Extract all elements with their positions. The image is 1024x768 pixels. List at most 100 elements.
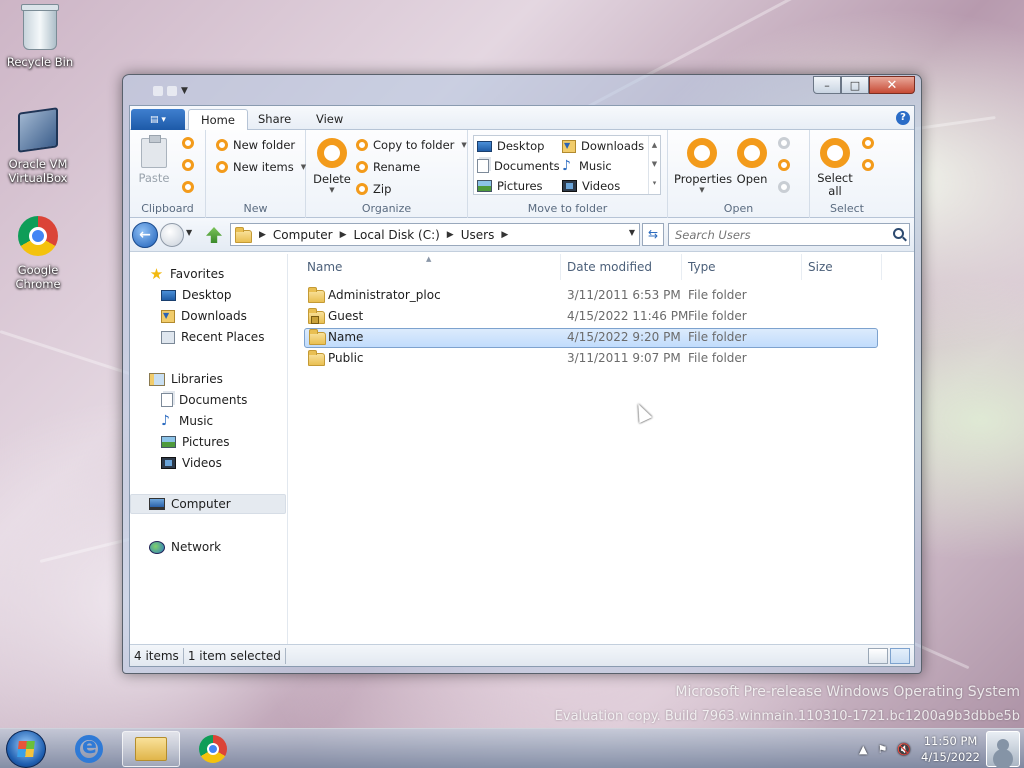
clock[interactable]: 11:50 PM 4/15/2022 bbox=[921, 733, 980, 765]
chevron-right-icon[interactable]: ▶ bbox=[340, 230, 347, 240]
move-to-music[interactable]: ♪ Music bbox=[562, 159, 612, 173]
search-box[interactable] bbox=[668, 223, 910, 246]
move-to-documents[interactable]: Documents bbox=[477, 159, 560, 173]
desktop-icon-virtualbox[interactable]: Oracle VM VirtualBox bbox=[0, 107, 76, 185]
nav-recent-places[interactable]: Recent Places bbox=[130, 327, 286, 347]
paste-icon bbox=[141, 135, 167, 168]
chrome-icon bbox=[16, 216, 60, 260]
qat-dropdown-icon[interactable]: ▼ bbox=[181, 86, 189, 96]
qat-properties-icon[interactable] bbox=[153, 86, 163, 96]
user-account-icon[interactable] bbox=[986, 731, 1020, 767]
music-icon: ♪ bbox=[161, 413, 170, 429]
new-items-button[interactable]: New items ▼ bbox=[216, 159, 306, 175]
nav-music[interactable]: ♪ Music bbox=[130, 411, 286, 431]
show-hidden-icons-icon[interactable]: ▲ bbox=[859, 743, 867, 756]
table-row[interactable]: Administrator_ploc 3/11/2011 6:53 PM Fil… bbox=[304, 286, 878, 306]
up-arrow-icon[interactable] bbox=[206, 227, 222, 243]
copy-to-folder-button[interactable]: Copy to folder ▼ bbox=[356, 137, 467, 153]
rename-button[interactable]: Rename bbox=[356, 159, 420, 175]
tab-view[interactable]: View bbox=[304, 109, 355, 130]
nav-videos[interactable]: Videos bbox=[130, 453, 286, 473]
maximize-button[interactable]: □ bbox=[841, 76, 869, 94]
search-icon[interactable] bbox=[893, 228, 904, 239]
paste-button[interactable]: Paste bbox=[136, 135, 172, 185]
network-icon bbox=[149, 540, 165, 554]
rename-icon bbox=[356, 161, 368, 173]
taskbar-google-chrome[interactable] bbox=[184, 731, 242, 767]
gallery-scroll[interactable]: ▲ ▼ ▾ bbox=[648, 136, 660, 194]
column-header-name[interactable]: Name ▲ bbox=[289, 254, 561, 280]
nav-documents[interactable]: Documents bbox=[130, 390, 286, 410]
open-with-icon[interactable] bbox=[778, 159, 790, 171]
locked-folder-icon bbox=[308, 308, 325, 324]
nav-desktop[interactable]: Desktop bbox=[130, 285, 286, 305]
table-row-selected[interactable]: Name 4/15/2022 9:20 PM File folder bbox=[304, 328, 878, 348]
scroll-down-icon[interactable]: ▼ bbox=[649, 155, 660, 174]
move-to-pictures[interactable]: Pictures bbox=[477, 179, 543, 193]
navigation-bar: ← ▼ ▶ Computer ▶ Local Disk (C:) ▶ Users… bbox=[130, 218, 914, 252]
new-folder-button[interactable]: New folder bbox=[216, 137, 295, 153]
qat-new-folder-icon[interactable] bbox=[167, 86, 177, 96]
search-input[interactable] bbox=[669, 224, 879, 245]
tab-share[interactable]: Share bbox=[246, 109, 303, 130]
close-button[interactable]: ✕ bbox=[869, 76, 915, 94]
breadcrumb-users[interactable]: Users bbox=[461, 228, 495, 242]
delete-button[interactable]: Delete ▼ bbox=[312, 138, 352, 194]
minimize-button[interactable]: – bbox=[813, 76, 841, 94]
forward-button[interactable] bbox=[160, 223, 184, 247]
tab-home[interactable]: Home bbox=[188, 109, 248, 131]
refresh-button[interactable]: ⇆ bbox=[642, 223, 664, 246]
taskbar-windows-explorer[interactable] bbox=[122, 731, 180, 767]
paste-shortcut-icon[interactable] bbox=[182, 181, 194, 193]
table-row[interactable]: Public 3/11/2011 9:07 PM File folder bbox=[304, 349, 878, 369]
history-icon[interactable] bbox=[778, 181, 790, 193]
select-none-icon[interactable] bbox=[862, 137, 874, 149]
nav-downloads[interactable]: Downloads bbox=[130, 306, 286, 326]
window-content: ▤ ▾ Home Share View ? Paste Clipboard Ne… bbox=[129, 105, 915, 667]
move-to-videos[interactable]: Videos bbox=[562, 179, 620, 193]
title-bar[interactable]: ▼ – □ ✕ bbox=[123, 75, 921, 105]
scroll-up-icon[interactable]: ▲ bbox=[649, 136, 660, 155]
taskbar-internet-explorer[interactable] bbox=[60, 731, 118, 767]
start-button[interactable] bbox=[6, 730, 46, 768]
column-header-size[interactable]: Size bbox=[802, 254, 882, 280]
column-header-date[interactable]: Date modified bbox=[561, 254, 682, 280]
edit-icon[interactable] bbox=[778, 137, 790, 149]
gallery-expand-icon[interactable]: ▾ bbox=[649, 174, 660, 193]
file-menu-button[interactable]: ▤ ▾ bbox=[131, 109, 185, 130]
cut-icon[interactable] bbox=[182, 137, 194, 149]
breadcrumb-local-disk[interactable]: Local Disk (C:) bbox=[354, 228, 440, 242]
volume-muted-icon[interactable]: 🔇 bbox=[897, 743, 911, 756]
invert-selection-icon[interactable] bbox=[862, 159, 874, 171]
column-header-type[interactable]: Type bbox=[682, 254, 802, 280]
address-bar[interactable]: ▶ Computer ▶ Local Disk (C:) ▶ Users ▶ ▼ bbox=[230, 223, 640, 246]
group-label-open: Open bbox=[723, 202, 754, 215]
move-to-desktop[interactable]: Desktop bbox=[477, 139, 544, 153]
desktop-icon-recycle-bin[interactable]: Recycle Bin bbox=[2, 4, 78, 69]
desktop-icon-chrome[interactable]: Google Chrome bbox=[0, 216, 76, 291]
move-to-downloads[interactable]: Downloads bbox=[562, 139, 644, 153]
help-icon[interactable]: ? bbox=[896, 111, 910, 125]
open-button[interactable]: Open bbox=[734, 138, 770, 186]
action-center-flag-icon[interactable]: ⚑ bbox=[877, 743, 887, 756]
chevron-right-icon[interactable]: ▶ bbox=[259, 230, 266, 240]
recent-locations-icon[interactable]: ▼ bbox=[186, 228, 192, 237]
ribbon-tab-strip: ▤ ▾ Home Share View ? bbox=[130, 106, 914, 131]
nav-libraries[interactable]: Libraries bbox=[130, 369, 286, 389]
nav-computer[interactable]: Computer bbox=[130, 494, 286, 514]
address-dropdown-icon[interactable]: ▼ bbox=[629, 228, 635, 237]
back-button[interactable]: ← bbox=[132, 222, 158, 248]
chevron-right-icon[interactable]: ▶ bbox=[501, 230, 508, 240]
nav-pictures[interactable]: Pictures bbox=[130, 432, 286, 452]
chevron-right-icon[interactable]: ▶ bbox=[447, 230, 454, 240]
copy-icon[interactable] bbox=[182, 159, 194, 171]
zip-button[interactable]: Zip bbox=[356, 181, 391, 197]
large-icons-view-icon[interactable] bbox=[890, 648, 910, 664]
properties-button[interactable]: Properties ▼ bbox=[674, 138, 732, 194]
details-view-icon[interactable] bbox=[868, 648, 888, 664]
nav-network[interactable]: Network bbox=[130, 537, 286, 557]
select-all-button[interactable]: Select all bbox=[814, 138, 856, 198]
nav-favorites[interactable]: ★ Favorites bbox=[130, 264, 286, 284]
breadcrumb-computer[interactable]: Computer bbox=[273, 228, 333, 242]
table-row[interactable]: Guest 4/15/2022 11:46 PM File folder bbox=[304, 307, 878, 327]
